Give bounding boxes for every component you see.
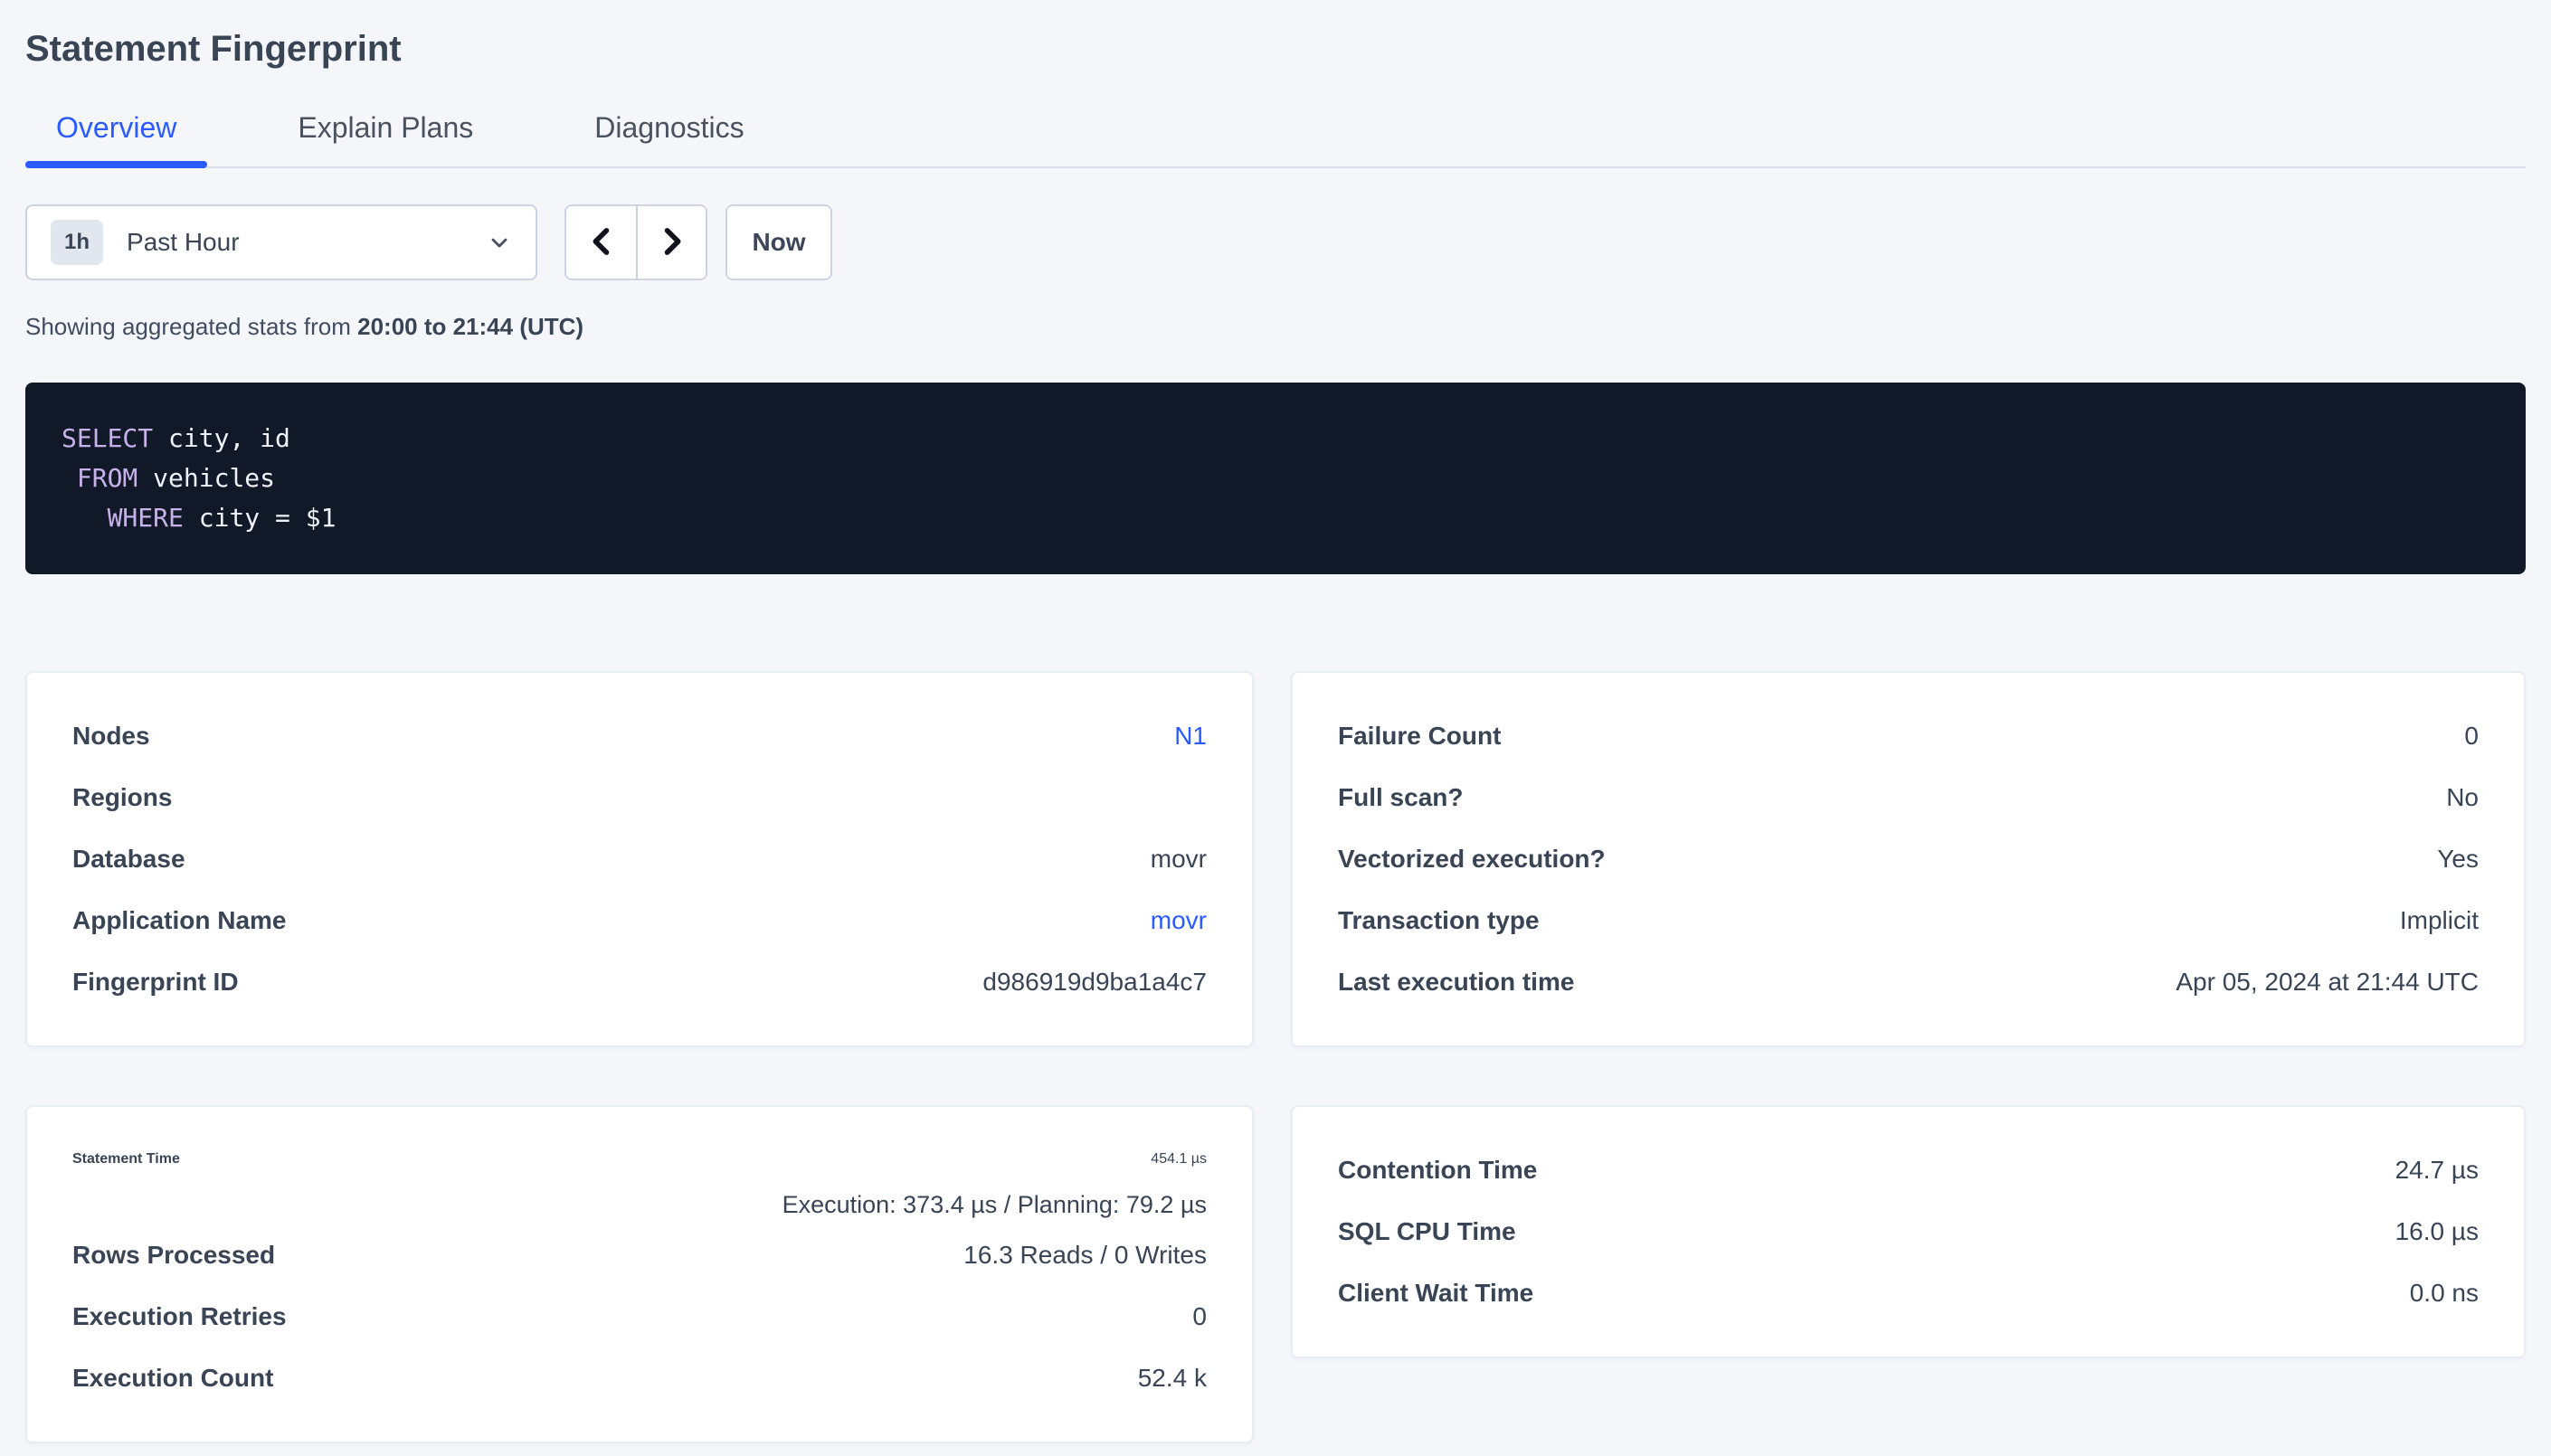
table-row: Contention Time 24.7 µs (1338, 1139, 2479, 1201)
tab-overview[interactable]: Overview (25, 110, 207, 166)
failure-count-value: 0 (2464, 722, 2479, 751)
full-scan-value: No (2446, 783, 2479, 812)
node-link[interactable]: N1 (1174, 722, 1207, 751)
overview-cards: Nodes N1 Regions Database movr Applicati… (25, 671, 2526, 1443)
table-row: Rows Processed 16.3 Reads / 0 Writes (72, 1224, 1207, 1286)
application-name-label: Application Name (72, 906, 286, 935)
vectorized-execution-value: Yes (2437, 845, 2479, 874)
contention-time-label: Contention Time (1338, 1156, 1537, 1185)
stats-time-range: 20:00 to 21:44 (UTC) (357, 313, 583, 340)
last-execution-time-label: Last execution time (1338, 968, 1574, 997)
vectorized-execution-label: Vectorized execution? (1338, 845, 1606, 874)
table-row: Nodes N1 (72, 705, 1207, 767)
time-range-label: Past Hour (127, 228, 240, 257)
table-row: Full scan? No (1338, 767, 2479, 828)
tab-diagnostics[interactable]: Diagnostics (564, 110, 774, 166)
rows-processed-label: Rows Processed (72, 1241, 275, 1270)
tab-diagnostics-label: Diagnostics (594, 111, 744, 144)
fingerprint-id-label: Fingerprint ID (72, 968, 239, 997)
statement-time-breakdown: Execution: 373.4 µs / Planning: 79.2 µs (782, 1185, 1207, 1224)
summary-card: Nodes N1 Regions Database movr Applicati… (25, 671, 1254, 1047)
statement-fingerprint-page: Statement Fingerprint Overview Explain P… (0, 0, 2551, 1443)
chevron-down-icon (487, 230, 512, 255)
app-name-link[interactable]: movr (1151, 906, 1207, 935)
chevron-right-icon (657, 224, 688, 261)
table-row: Client Wait Time 0.0 ns (1338, 1262, 2479, 1324)
sql-cpu-time-value: 16.0 µs (2395, 1217, 2479, 1246)
failure-count-label: Failure Count (1338, 722, 1501, 751)
statement-time-value: 454.1 µs (1151, 1139, 1207, 1179)
table-row: Application Name movr (72, 890, 1207, 951)
time-range-dropdown[interactable]: 1h Past Hour (25, 204, 537, 280)
tab-overview-label: Overview (56, 111, 176, 144)
transaction-type-value: Implicit (2400, 906, 2479, 935)
table-row: Vectorized execution? Yes (1338, 828, 2479, 890)
sql-statement-box: SELECT city, id FROM vehicles WHERE city… (25, 383, 2526, 574)
stats-summary-prefix: Showing aggregated stats from (25, 313, 357, 340)
stats-summary-text: Showing aggregated stats from 20:00 to 2… (25, 313, 2526, 341)
tab-explain-plans[interactable]: Explain Plans (267, 110, 504, 166)
table-row: Failure Count 0 (1338, 705, 2479, 767)
attributes-card: Failure Count 0 Full scan? No Vectorized… (1291, 671, 2526, 1047)
page-title: Statement Fingerprint (25, 27, 2526, 71)
statement-stats-card: Statement Time 454.1 µs Execution: 373.4… (25, 1105, 1254, 1443)
table-row: Fingerprint ID d986919d9ba1a4c7 (72, 951, 1207, 1013)
execution-retries-label: Execution Retries (72, 1302, 287, 1331)
tab-explain-plans-label: Explain Plans (298, 111, 473, 144)
execution-count-value: 52.4 k (1138, 1364, 1207, 1393)
table-row: Regions (72, 767, 1207, 828)
database-value: movr (1151, 845, 1207, 874)
execution-count-label: Execution Count (72, 1364, 273, 1393)
now-button[interactable]: Now (725, 204, 832, 280)
table-row: Execution Count 52.4 k (72, 1347, 1207, 1409)
client-wait-time-label: Client Wait Time (1338, 1279, 1533, 1308)
time-range-pager (564, 204, 707, 280)
table-row: Execution Retries 0 (72, 1286, 1207, 1347)
statement-time-label: Statement Time (72, 1139, 180, 1179)
fingerprint-id-value: d986919d9ba1a4c7 (982, 968, 1207, 997)
client-wait-time-value: 0.0 ns (2410, 1279, 2479, 1308)
table-row: Transaction type Implicit (1338, 890, 2479, 951)
regions-label: Regions (72, 783, 172, 812)
contention-time-value: 24.7 µs (2395, 1156, 2479, 1185)
last-execution-time-value: Apr 05, 2024 at 21:44 UTC (2176, 968, 2479, 997)
database-label: Database (72, 845, 185, 874)
sql-cpu-time-label: SQL CPU Time (1338, 1217, 1516, 1246)
time-controls: 1h Past Hour Now (25, 204, 2526, 280)
active-tab-indicator (25, 161, 207, 168)
full-scan-label: Full scan? (1338, 783, 1463, 812)
execution-retries-value: 0 (1192, 1302, 1207, 1331)
chevron-left-icon (586, 224, 617, 261)
wait-stats-card: Contention Time 24.7 µs SQL CPU Time 16.… (1291, 1105, 2526, 1358)
table-row: Database movr (72, 828, 1207, 890)
tab-bar: Overview Explain Plans Diagnostics (25, 110, 2526, 168)
prev-range-button[interactable] (566, 206, 636, 279)
table-row: Last execution time Apr 05, 2024 at 21:4… (1338, 951, 2479, 1013)
next-range-button[interactable] (636, 206, 706, 279)
table-row: Statement Time 454.1 µs Execution: 373.4… (72, 1139, 1207, 1224)
rows-processed-value: 16.3 Reads / 0 Writes (963, 1241, 1207, 1270)
table-row: SQL CPU Time 16.0 µs (1338, 1201, 2479, 1262)
time-interval-badge: 1h (51, 220, 103, 265)
transaction-type-label: Transaction type (1338, 906, 1540, 935)
nodes-label: Nodes (72, 722, 150, 751)
sql-statement-code: SELECT city, id FROM vehicles WHERE city… (62, 419, 2489, 538)
